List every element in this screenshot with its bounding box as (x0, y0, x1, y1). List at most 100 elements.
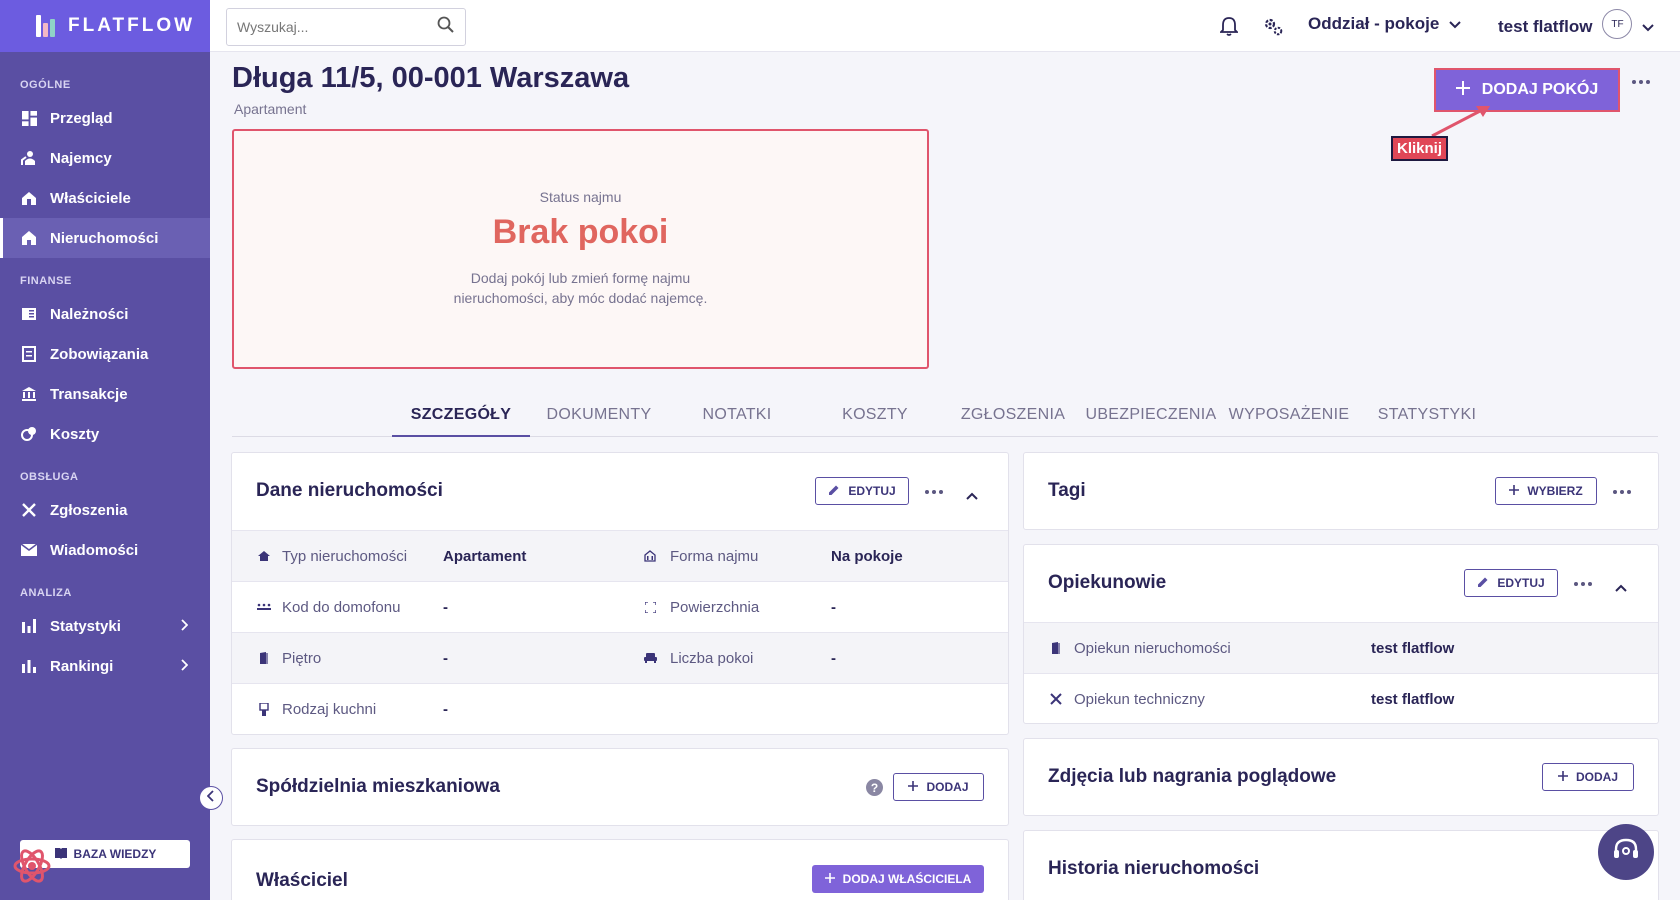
add-label: DODAJ (1575, 770, 1618, 784)
add-photos-button[interactable]: DODAJ (1542, 763, 1634, 791)
sidebar-item-rankingi[interactable]: Rankingi (0, 646, 210, 686)
tab-statystyki[interactable]: STATYSTYKI (1358, 406, 1496, 437)
add-room-label: DODAJ POKÓJ (1481, 81, 1599, 98)
field-value: - (831, 650, 836, 667)
logo-text: FLATFLOW (68, 15, 196, 36)
card-title: Zdjęcia lub nagrania poglądowe (1048, 766, 1337, 787)
more-options-icon[interactable] (925, 490, 943, 494)
plus-icon (908, 780, 919, 794)
click-hint-label: Kliknij (1391, 136, 1449, 161)
add-cooperative-button[interactable]: DODAJ (893, 773, 984, 801)
tab-notatki[interactable]: NOTATKI (668, 406, 806, 437)
select-tags-button[interactable]: WYBIERZ (1495, 477, 1597, 505)
tags-card: Tagi WYBIERZ (1023, 452, 1659, 530)
sidebar-item-wiadomosci[interactable]: Wiadomości (0, 530, 210, 570)
card-title: Właściciel (256, 870, 348, 891)
search-icon[interactable] (437, 16, 455, 39)
liabilities-icon (20, 345, 38, 363)
avatar: TF (1602, 9, 1633, 39)
sofa-icon (642, 650, 658, 666)
field-value: - (443, 650, 448, 667)
card-title: Historia nieruchomości (1048, 858, 1260, 879)
dialpad-icon (256, 599, 272, 615)
add-owner-label: DODAJ WŁAŚCICIELA (842, 872, 972, 886)
edit-button[interactable]: EDYTUJ (1464, 569, 1558, 597)
book-icon (54, 847, 68, 862)
sidebar-item-koszty[interactable]: Koszty (0, 414, 210, 454)
chevron-right-icon (180, 618, 189, 635)
plus-icon (1557, 770, 1568, 784)
branch-selector[interactable]: Oddział - pokoje (1308, 14, 1462, 34)
home-icon (256, 548, 272, 564)
sidebar-item-transakcje[interactable]: Transakcje (0, 374, 210, 414)
sidebar-item-wlasciciele[interactable]: Właściciele (0, 178, 210, 218)
logo[interactable]: FLATFLOW (0, 0, 210, 52)
tab-ubezpieczenia[interactable]: UBEZPIECZENIA (1082, 406, 1220, 437)
table-row: Piętro - Liczba pokoi - (232, 632, 1008, 683)
more-options-icon[interactable] (1632, 80, 1650, 84)
sidebar-item-naleznosci[interactable]: Należności (0, 294, 210, 334)
chevron-up-icon[interactable] (966, 487, 978, 505)
field-value: test flatflow (1371, 691, 1455, 708)
dashboard-icon (20, 109, 38, 127)
table-row: Opiekun techniczny test flatflow (1024, 673, 1658, 724)
sidebar-item-label: Rankingi (50, 657, 114, 675)
sidebar-item-najemcy[interactable]: Najemcy (0, 138, 210, 178)
card-title: Spółdzielnia mieszkaniowa (256, 776, 500, 797)
sidebar-item-zgloszenia[interactable]: Zgłoszenia (0, 490, 210, 530)
card-title: Opiekunowie (1048, 572, 1167, 593)
sidebar-item-label: Najemcy (50, 149, 112, 167)
table-row: Kod do domofonu - Powierzchnia - (232, 581, 1008, 632)
receivables-icon (20, 305, 38, 323)
tab-koszty[interactable]: KOSZTY (806, 406, 944, 437)
search-input[interactable] (237, 19, 437, 35)
page-title: Długa 11/5, 00-001 Warszawa (232, 62, 630, 94)
sidebar-item-statystyki[interactable]: Statystyki (0, 606, 210, 646)
field-label: Forma najmu (670, 548, 759, 565)
sidebar-item-przeglad[interactable]: Przegląd (0, 98, 210, 138)
building-icon (642, 548, 658, 564)
chevron-left-icon (206, 789, 215, 807)
tab-dokumenty[interactable]: DOKUMENTY (530, 406, 668, 437)
add-label: DODAJ (926, 780, 969, 794)
sidebar-item-nieruchomosci[interactable]: Nieruchomości (0, 218, 210, 258)
collapse-sidebar-button[interactable] (199, 786, 223, 810)
flatflow-logo-icon (36, 15, 58, 37)
settings-icon[interactable] (1262, 15, 1284, 37)
sidebar-item-label: Należności (50, 305, 129, 323)
chevron-up-icon[interactable] (1615, 579, 1627, 597)
owner-card: Właściciel DODAJ WŁAŚCICIELA (231, 839, 1009, 900)
tab-zgloszenia[interactable]: ZGŁOSZENIA (944, 406, 1082, 437)
help-icon[interactable]: ? (866, 779, 883, 796)
kitchen-icon (256, 701, 272, 717)
react-devtools-icon[interactable] (12, 846, 52, 886)
pencil-icon (828, 484, 840, 499)
edit-button[interactable]: EDYTUJ (815, 477, 909, 505)
headset-icon (1612, 837, 1640, 868)
select-label: WYBIERZ (1527, 484, 1583, 498)
chevron-right-icon (180, 658, 189, 675)
table-row: Rodzaj kuchni - (232, 683, 1008, 734)
support-chat-button[interactable] (1598, 824, 1654, 880)
field-label: Liczba pokoi (670, 650, 754, 667)
more-options-icon[interactable] (1574, 582, 1592, 586)
field-label: Piętro (282, 650, 322, 667)
pencil-icon (1477, 576, 1489, 591)
tab-szczegoly[interactable]: SZCZEGÓŁY (392, 406, 530, 437)
search-box[interactable] (226, 8, 466, 46)
field-value: test flatflow (1371, 640, 1455, 657)
door-icon (256, 650, 272, 666)
bell-icon[interactable] (1218, 15, 1240, 37)
sidebar-item-label: Wiadomości (50, 541, 139, 559)
tabs: SZCZEGÓŁY DOKUMENTY NOTATKI KOSZTY ZGŁOS… (232, 400, 1658, 437)
sidebar-item-label: Właściciele (50, 189, 131, 207)
user-menu[interactable]: test flatflow TF (1498, 9, 1655, 39)
sidebar-item-zobowiazania[interactable]: Zobowiązania (0, 334, 210, 374)
add-owner-button[interactable]: DODAJ WŁAŚCICIELA (812, 865, 984, 893)
sidebar-item-label: Statystyki (50, 617, 121, 635)
edit-label: EDYTUJ (1497, 576, 1545, 590)
tab-wyposazenie[interactable]: WYPOSAŻENIE (1220, 406, 1358, 437)
table-row: Typ nieruchomości Apartament Forma najmu… (232, 530, 1008, 581)
more-options-icon[interactable] (1613, 490, 1631, 494)
field-value: Na pokoje (831, 548, 903, 565)
